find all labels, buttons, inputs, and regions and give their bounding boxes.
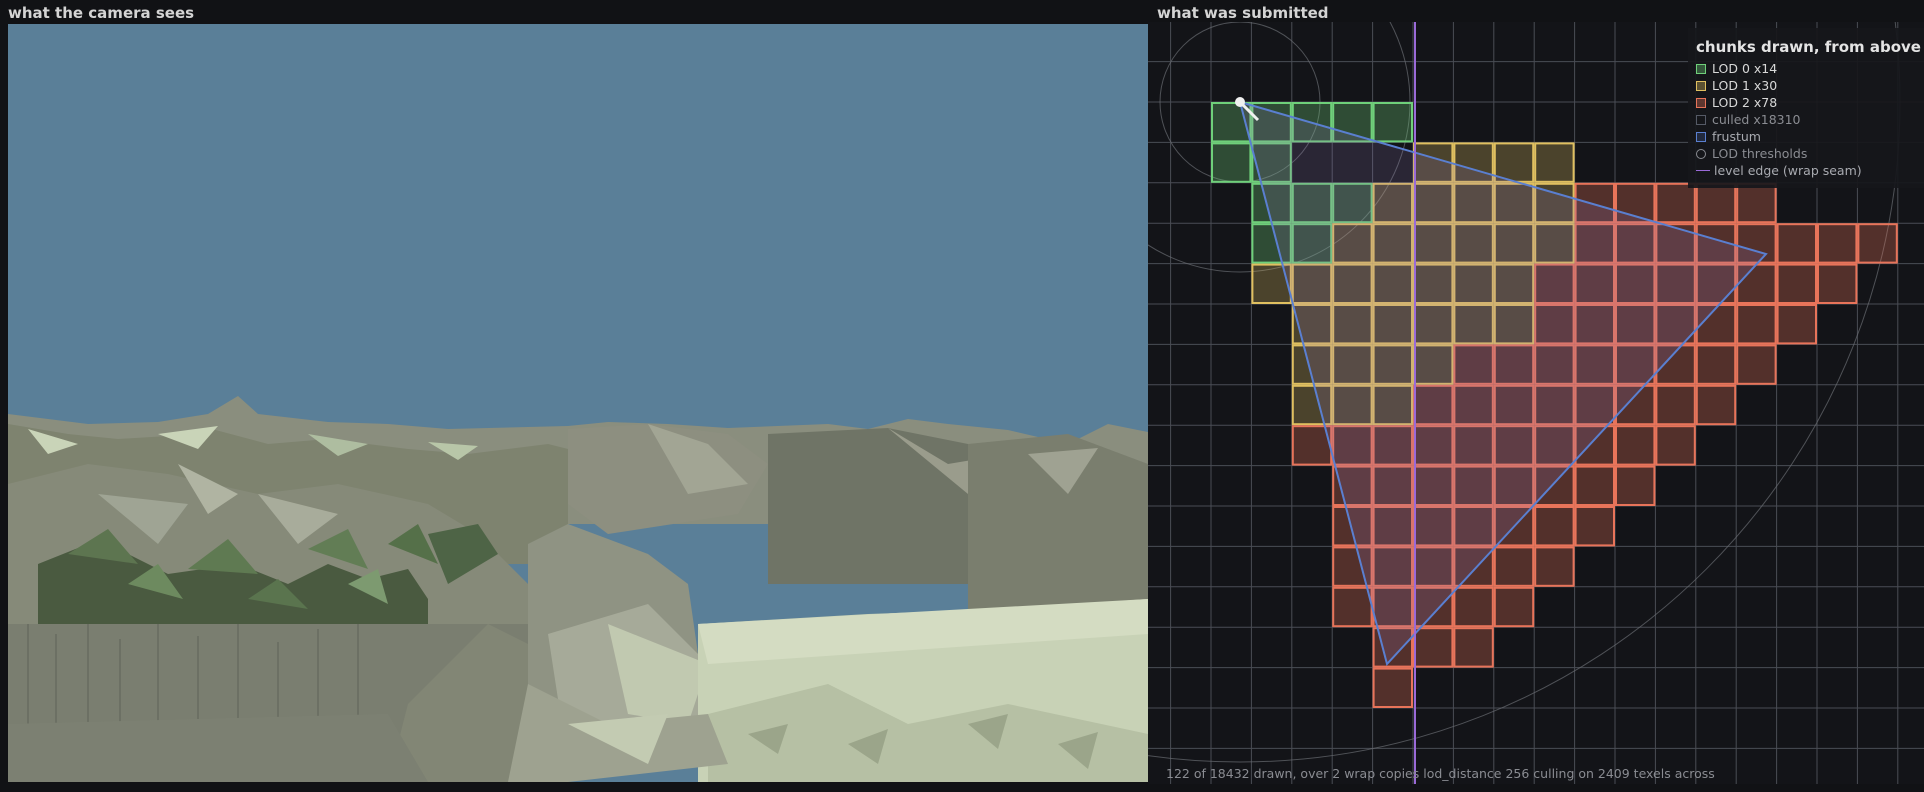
chunk-lod-0: [1211, 142, 1252, 183]
chunk-lod-2: [1695, 182, 1737, 224]
legend-item-lod0: LOD 0 x14: [1696, 60, 1777, 77]
chunk-lod-2: [1736, 304, 1777, 345]
legend-item-lod2: LOD 2 x78: [1696, 94, 1777, 111]
chunk-lod-2: [1655, 182, 1696, 224]
chunk-lod-2: [1817, 263, 1858, 305]
chunk-lod-2: [1695, 344, 1737, 385]
legend-label: LOD 2 x78: [1712, 95, 1778, 110]
legend-item-frustum: frustum: [1696, 128, 1761, 145]
chunk-lod-2: [1615, 425, 1656, 466]
chunk-lod-2: [1453, 586, 1494, 628]
legend-item-lod1: LOD 1 x30: [1696, 77, 1777, 94]
chunk-lod-2: [1574, 506, 1616, 547]
culled-swatch-icon: [1696, 114, 1706, 125]
camera-panel-title: what the camera sees: [8, 4, 195, 22]
legend-label: LOD thresholds: [1712, 146, 1808, 161]
chunk-lod-2: [1534, 506, 1575, 547]
chunk-lod-2: [1655, 384, 1696, 426]
lod2-swatch-icon: [1696, 97, 1706, 108]
lod1-swatch-icon: [1696, 80, 1706, 91]
chunk-lod-2: [1776, 304, 1817, 345]
legend-title: chunks drawn, from above: [1696, 38, 1921, 56]
chunk-lod-2: [1736, 344, 1777, 385]
chunk-lod-2: [1413, 627, 1454, 668]
legend-label: level edge (wrap seam): [1714, 163, 1862, 178]
seam-line-icon: [1696, 170, 1710, 171]
camera-viewport[interactable]: [8, 24, 1148, 782]
chunk-lod-1: [1534, 142, 1575, 183]
map-panel-title: what was submitted: [1157, 4, 1329, 22]
chunk-lod-0: [1372, 102, 1414, 143]
legend-item-culled: culled x18310: [1696, 111, 1801, 128]
legend-label: LOD 1 x30: [1712, 78, 1778, 93]
legend-label: culled x18310: [1712, 112, 1801, 127]
chunk-lod-2: [1332, 586, 1373, 628]
chunk-lod-2: [1574, 465, 1616, 507]
frustum-swatch-icon: [1696, 131, 1706, 142]
chunk-lod-2: [1655, 425, 1696, 466]
chunk-lod-2: [1453, 627, 1494, 668]
legend-item-wrap-seam: level edge (wrap seam): [1696, 162, 1862, 179]
status-line: 122 of 18432 drawn, over 2 wrap copies l…: [1166, 766, 1715, 781]
chunk-map-viewport[interactable]: chunks drawn, from above LOD 0 x14 LOD 1…: [1148, 22, 1924, 784]
chunk-lod-2: [1493, 546, 1535, 587]
chunk-lod-2: [1534, 546, 1575, 587]
chunk-lod-2: [1817, 223, 1858, 264]
terrain-render: [8, 24, 1148, 782]
chunk-lod-2: [1776, 263, 1817, 305]
legend-label: LOD 0 x14: [1712, 61, 1778, 76]
chunk-lod-2: [1695, 384, 1737, 426]
legend-item-lod-thresholds: LOD thresholds: [1696, 145, 1807, 162]
chunk-lod-2: [1857, 223, 1898, 264]
threshold-circle-icon: [1696, 148, 1706, 159]
chunk-lod-2: [1615, 465, 1656, 507]
chunk-lod-1: [1493, 142, 1535, 183]
chunk-lod-2: [1776, 223, 1817, 264]
chunk-lod-2: [1493, 586, 1535, 628]
legend-label: frustum: [1712, 129, 1761, 144]
chunk-lod-2: [1372, 667, 1414, 708]
chunk-lod-2: [1736, 182, 1777, 224]
lod0-swatch-icon: [1696, 63, 1706, 74]
map-legend: chunks drawn, from above LOD 0 x14 LOD 1…: [1688, 28, 1924, 188]
